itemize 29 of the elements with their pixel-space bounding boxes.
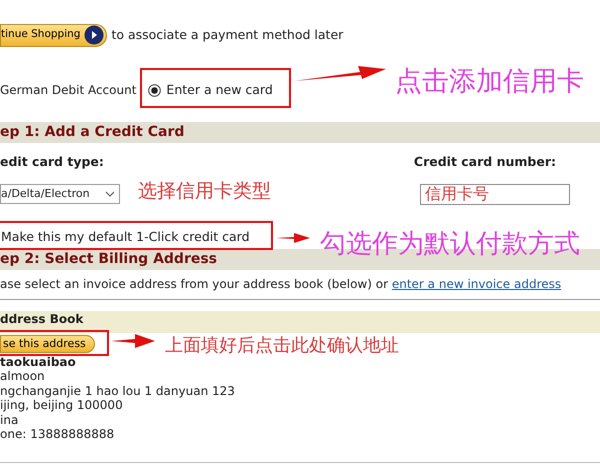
option-label: German Debit Account bbox=[0, 82, 136, 99]
address-line: ijing, beijing 100000 bbox=[0, 398, 124, 413]
annotation-text: 选择信用卡类型 bbox=[138, 182, 271, 201]
address-line: ngchanganjie 1 hao lou 1 danyuan 123 bbox=[0, 384, 236, 398]
field-label: edit card type: bbox=[0, 153, 104, 171]
address-line: almoon bbox=[0, 369, 46, 384]
continue-shopping-button[interactable]: tinue Shopping bbox=[0, 24, 108, 46]
chevron-icon bbox=[105, 190, 115, 197]
use-address-button[interactable]: se this address bbox=[0, 334, 95, 353]
section-heading: ep 2: Select Billing Address bbox=[0, 250, 218, 267]
section-heading: ep 1: Add a Credit Card bbox=[0, 124, 184, 140]
card-type-select[interactable]: a/Delta/Electron bbox=[0, 184, 120, 204]
address-name: taokuaibao bbox=[0, 354, 77, 370]
new-address-link[interactable]: enter a new invoice address bbox=[392, 276, 562, 291]
annotation-text: 点击添加信用卡 bbox=[395, 68, 584, 95]
option-label: Enter a new card bbox=[166, 80, 273, 99]
annotation-text: 上面填好后点击此处确认地址 bbox=[165, 337, 399, 355]
radio-button[interactable] bbox=[148, 84, 162, 96]
play-icon bbox=[84, 25, 104, 45]
continue-hint-text: to associate a payment method later bbox=[111, 26, 344, 44]
card-number-field[interactable]: 信用卡号 bbox=[420, 184, 570, 205]
field-label: Credit card number: bbox=[414, 153, 556, 171]
section-heading: ddress Book bbox=[0, 312, 84, 326]
address-line: one: 13888888888 bbox=[0, 427, 116, 442]
instruction-text: ase select an invoice address from your address book (below) or bbox=[0, 276, 388, 291]
arrow bbox=[111, 333, 156, 349]
address-line: ina bbox=[0, 412, 20, 428]
default-card-label: Make this my default 1-Click credit card bbox=[1, 228, 250, 244]
annotation-text: 勾选作为默认付款方式 bbox=[320, 231, 580, 257]
